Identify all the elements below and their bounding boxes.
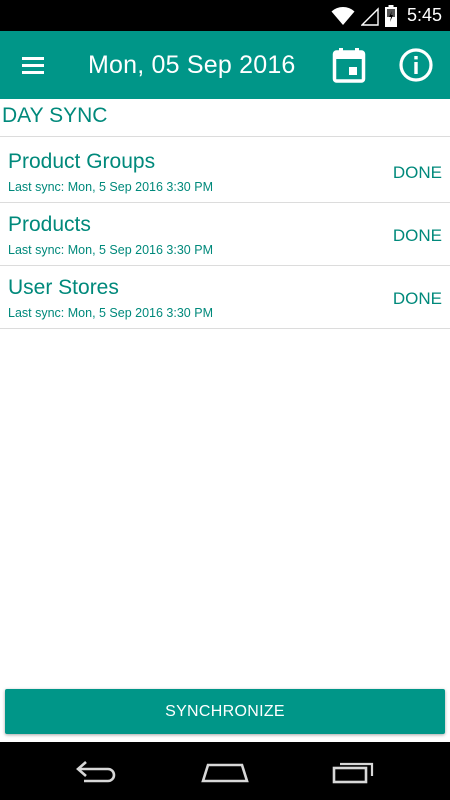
home-icon[interactable] <box>199 755 251 787</box>
battery-icon <box>384 4 397 27</box>
back-icon[interactable] <box>72 755 124 787</box>
wifi-icon <box>331 6 355 25</box>
toolbar-title: Mon, 05 Sep 2016 <box>88 51 296 79</box>
menu-icon[interactable] <box>16 49 50 81</box>
status-time: 5:45 <box>406 5 442 25</box>
app-toolbar: Mon, 05 Sep 2016 <box>0 31 450 99</box>
sync-item-last-sync: Last sync: Mon, 5 Sep 2016 3:30 PM <box>8 243 213 257</box>
sync-item-title: User Stores <box>8 276 119 299</box>
sync-item-last-sync: Last sync: Mon, 5 Sep 2016 3:30 PM <box>8 180 213 194</box>
sync-item-status: DONE <box>392 163 442 182</box>
sync-list: Product Groups Last sync: Mon, 5 Sep 201… <box>0 140 450 329</box>
calendar-icon[interactable] <box>330 45 368 85</box>
sync-item-user-stores[interactable]: User Stores Last sync: Mon, 5 Sep 2016 3… <box>0 266 450 329</box>
signal-icon <box>360 6 379 26</box>
recents-icon[interactable] <box>328 755 380 787</box>
info-icon[interactable] <box>397 46 435 84</box>
sync-item-status: DONE <box>392 226 442 245</box>
section-title: DAY SYNC <box>2 104 108 127</box>
sync-item-title: Product Groups <box>8 150 156 173</box>
sync-item-title: Products <box>8 213 91 236</box>
synchronize-button[interactable]: SYNCHRONIZE <box>5 689 445 734</box>
status-icons: 5:45 <box>331 3 442 28</box>
sync-item-product-groups[interactable]: Product Groups Last sync: Mon, 5 Sep 201… <box>0 140 450 203</box>
sync-item-last-sync: Last sync: Mon, 5 Sep 2016 3:30 PM <box>8 306 213 320</box>
sync-item-status: DONE <box>392 289 442 308</box>
navigation-bar <box>0 742 450 800</box>
section-header: DAY SYNC <box>0 99 450 137</box>
status-bar: 5:45 <box>0 0 450 31</box>
sync-item-products[interactable]: Products Last sync: Mon, 5 Sep 2016 3:30… <box>0 203 450 266</box>
